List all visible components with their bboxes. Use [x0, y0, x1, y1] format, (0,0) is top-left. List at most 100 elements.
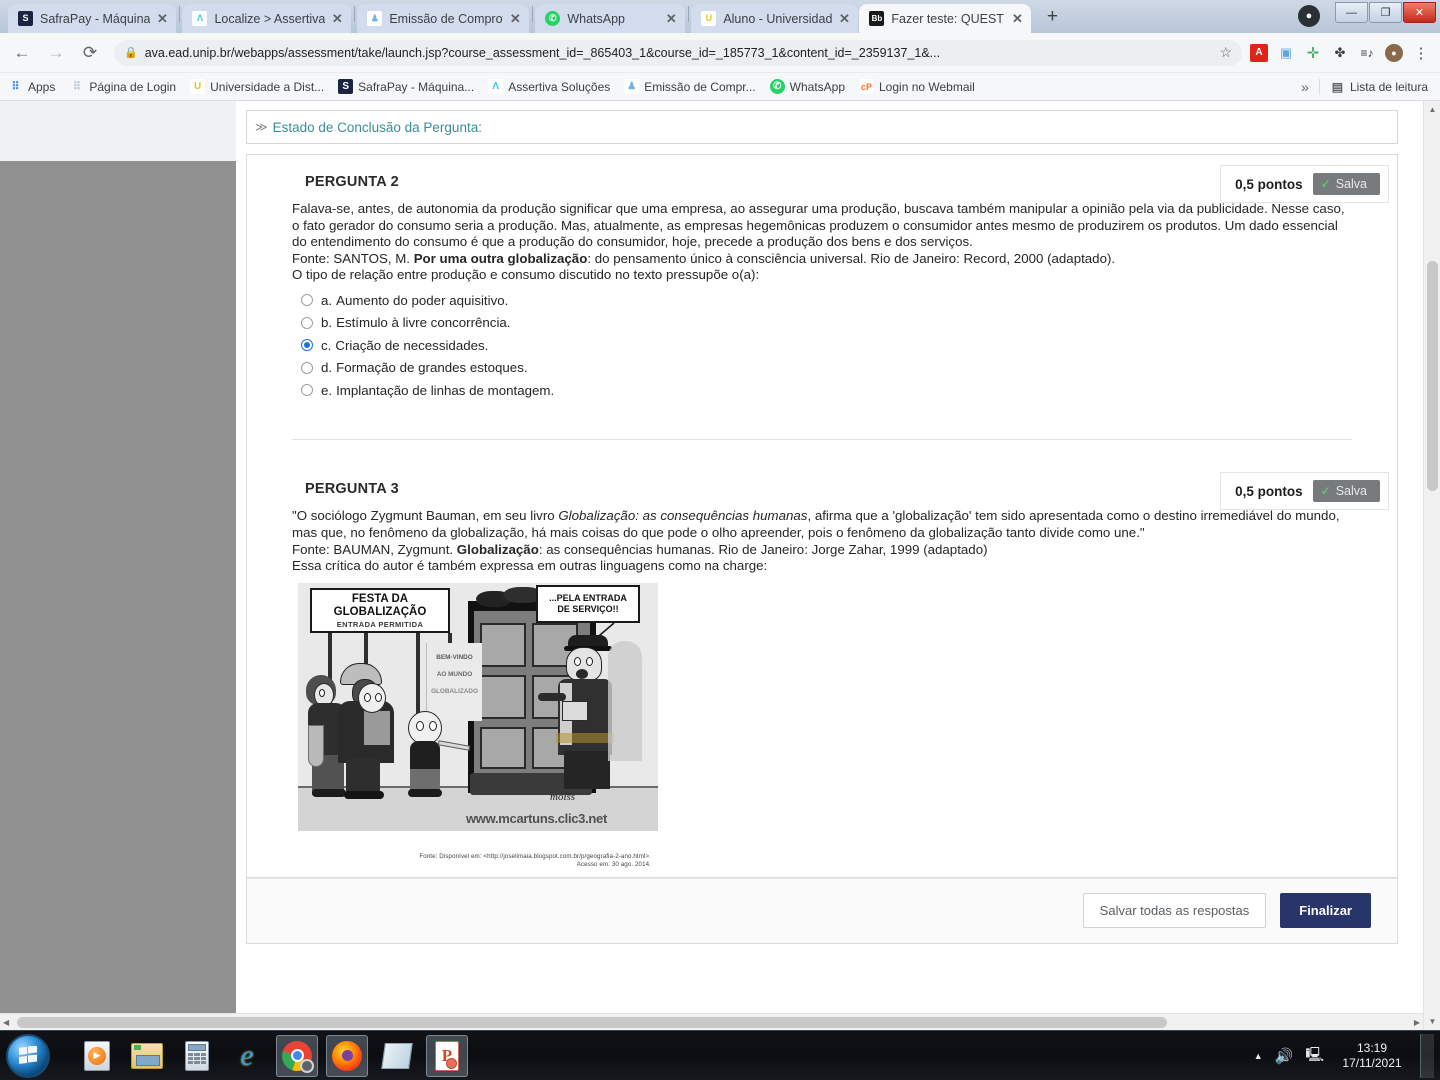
browser-tab-emissao-comprovante[interactable]: ♟ Emissão de Comprov ✕ — [357, 4, 530, 33]
save-all-answers-button[interactable]: Salvar todas as respostas — [1082, 893, 1267, 929]
close-window-button[interactable]: ✕ — [1403, 2, 1436, 23]
reading-list-label: Lista de leitura — [1349, 79, 1428, 94]
network-icon[interactable]: 🖳 — [1305, 1044, 1324, 1068]
question-completion-status-bar[interactable]: ≫ Estado de Conclusão da Pergunta: — [246, 110, 1398, 144]
sign-line-3: ENTRADA PERMITIDA — [336, 619, 424, 629]
forward-icon[interactable]: → — [42, 39, 70, 67]
quote-book-title: Globalização: as consequências humanas — [558, 508, 808, 524]
radio-button-b[interactable] — [301, 316, 313, 329]
bookmark-pagina-de-login[interactable]: ⠿ Página de Login — [69, 79, 176, 94]
bookmark-universidade-a-distancia[interactable]: U Universidade a Dist... — [190, 79, 324, 94]
tab-close-icon[interactable]: ✕ — [154, 11, 170, 27]
question-3-saved-badge: ✓ Salva — [1312, 480, 1380, 503]
check-icon: ✓ — [1320, 177, 1331, 191]
bookmark-safrapay[interactable]: S SafraPay - Máquina... — [338, 79, 474, 94]
tab-close-icon[interactable]: ✕ — [663, 11, 679, 27]
sticky-notes-icon[interactable] — [376, 1035, 418, 1077]
reading-list-icon[interactable]: ≡♪ — [1358, 44, 1376, 62]
browser-tab-fazer-teste[interactable]: Bb Fazer teste: QUESTIO ✕ — [859, 4, 1032, 33]
tab-close-icon[interactable]: ✕ — [836, 11, 852, 27]
extensions-puzzle-icon[interactable]: ✤ — [1331, 44, 1349, 62]
minimize-button[interactable]: — — [1335, 2, 1368, 23]
powerpoint-icon[interactable]: P — [426, 1034, 468, 1077]
answer-option-d[interactable]: d. Formação de grandes estoques. — [301, 356, 1352, 379]
bookmark-whatsapp[interactable]: ✆ WhatsApp — [769, 79, 845, 94]
tab-divider — [688, 5, 690, 22]
poster-line-2: AO MUNDO — [436, 670, 473, 678]
back-icon[interactable]: ← — [8, 39, 36, 67]
radio-button-a[interactable] — [301, 294, 313, 307]
answer-text: Aumento do poder aquisitivo. — [336, 292, 509, 308]
tab-strip: S SafraPay - Máquina ✕ Λ Localize > Asse… — [0, 0, 1440, 33]
answer-text: Estímulo à livre concorrência. — [336, 315, 511, 331]
horizontal-scroll-thumb[interactable] — [17, 1017, 1167, 1028]
bookmark-star-icon[interactable]: ☆ — [1219, 44, 1232, 61]
reading-list-button[interactable]: ▤ Lista de leitura — [1330, 79, 1428, 94]
bookmarks-overflow-icon[interactable]: » — [1301, 79, 1309, 95]
radio-button-d[interactable] — [301, 361, 313, 374]
calculator-icon[interactable] — [176, 1035, 218, 1077]
answer-option-c[interactable]: c. Criação de necessidades. — [301, 334, 1352, 357]
evernote-webclipper-icon[interactable]: ▣ — [1277, 44, 1295, 62]
charge-caption-line-1: Fonte: Disponível em: <http://joselimaia… — [419, 852, 651, 860]
show-desktop-button[interactable] — [1420, 1034, 1434, 1078]
bookmark-emissao-comprovante[interactable]: ♟ Emissão de Compr... — [624, 79, 756, 94]
question-2-prompt: O tipo de relação entre produção e consu… — [292, 267, 760, 283]
bookmark-assertiva-solucoes[interactable]: Λ Assertiva Soluções — [488, 79, 610, 94]
maximize-button[interactable]: ❐ — [1369, 2, 1402, 23]
windows-media-player-icon[interactable]: ▶ — [76, 1035, 118, 1077]
taskbar-clock[interactable]: 13:19 17/11/2021 — [1336, 1041, 1408, 1071]
finish-button[interactable]: Finalizar — [1280, 893, 1371, 929]
tab-close-icon[interactable]: ✕ — [507, 11, 523, 27]
scroll-up-arrow-icon[interactable]: ▲ — [1424, 101, 1440, 118]
bookmarks-right-area: » ▤ Lista de leitura — [1301, 78, 1432, 95]
question-2-points: 0,5 pontos — [1235, 176, 1303, 192]
radio-button-e[interactable] — [301, 384, 313, 397]
tab-title: Fazer teste: QUESTIO — [891, 11, 1006, 26]
profile-avatar-icon[interactable]: ● — [1385, 43, 1403, 62]
tab-title: Localize > Assertiva — [214, 11, 326, 26]
bookmark-login-no-webmail[interactable]: cP Login no Webmail — [859, 79, 975, 94]
scroll-right-arrow-icon[interactable]: ▶ — [1414, 1018, 1420, 1027]
browser-tab-localize-assertiva[interactable]: Λ Localize > Assertiva ✕ — [182, 4, 352, 33]
scroll-down-arrow-icon[interactable]: ▼ — [1424, 1013, 1440, 1030]
tab-divider — [354, 5, 356, 22]
mozilla-firefox-icon[interactable] — [326, 1034, 368, 1077]
source-title: Por uma outra globalização — [413, 250, 588, 266]
bubble-line-2: DE SERVIÇO!! — [557, 603, 619, 614]
google-chrome-icon[interactable] — [276, 1034, 318, 1077]
volume-icon[interactable]: 🔊 — [1275, 1047, 1294, 1065]
answer-option-e[interactable]: e. Implantação de linhas de montagem. — [301, 379, 1352, 402]
whatsapp-icon: ✆ — [545, 11, 561, 26]
file-explorer-icon[interactable] — [126, 1035, 168, 1077]
vertical-scroll-thumb[interactable] — [1427, 261, 1438, 491]
browser-tab-whatsapp[interactable]: ✆ WhatsApp ✕ — [535, 4, 686, 33]
answer-option-a[interactable]: a. Aumento do poder aquisitivo. — [301, 289, 1352, 312]
browser-tab-safrapay[interactable]: S SafraPay - Máquina ✕ — [8, 4, 177, 33]
bookmark-label: Assertiva Soluções — [508, 79, 611, 94]
adobe-acrobat-icon[interactable]: A — [1250, 43, 1268, 62]
show-hidden-icons-arrow[interactable]: ▲ — [1254, 1051, 1263, 1061]
profile-switch-button[interactable]: ● — [1294, 3, 1324, 29]
new-tab-button[interactable]: + — [1038, 4, 1066, 32]
bookmark-label: Emissão de Compr... — [644, 79, 756, 94]
start-orb-icon[interactable] — [6, 1033, 50, 1078]
chrome-menu-icon[interactable]: ⋮ — [1412, 44, 1430, 62]
address-bar[interactable]: 🔒 ava.ead.unip.br/webapps/assessment/tak… — [114, 39, 1242, 66]
vertical-scrollbar[interactable]: ▲ ▼ — [1423, 101, 1440, 1030]
internet-explorer-icon[interactable]: e — [226, 1035, 268, 1077]
system-tray: ▲ 🔊 🖳 13:19 17/11/2021 — [1254, 1031, 1440, 1080]
tab-close-icon[interactable]: ✕ — [1009, 11, 1025, 27]
horizontal-scrollbar[interactable]: ◀ ▶ — [0, 1013, 1423, 1030]
question-3-quote: "O sociólogo Zygmunt Bauman, em seu livr… — [292, 508, 1352, 541]
add-extension-icon[interactable]: ✛ — [1304, 44, 1322, 62]
chevron-down-icon[interactable]: ≫ — [255, 120, 268, 134]
bookmark-apps[interactable]: ⠿ Apps — [8, 79, 55, 94]
tab-divider — [179, 5, 181, 22]
browser-tab-aluno-universidade[interactable]: U Aluno - Universidad ✕ — [691, 4, 859, 33]
tab-close-icon[interactable]: ✕ — [329, 11, 345, 27]
radio-button-c[interactable] — [301, 339, 313, 352]
scroll-left-arrow-icon[interactable]: ◀ — [3, 1018, 9, 1027]
answer-option-b[interactable]: b. Estímulo à livre concorrência. — [301, 311, 1352, 334]
reload-icon[interactable]: ⟳ — [76, 39, 104, 67]
